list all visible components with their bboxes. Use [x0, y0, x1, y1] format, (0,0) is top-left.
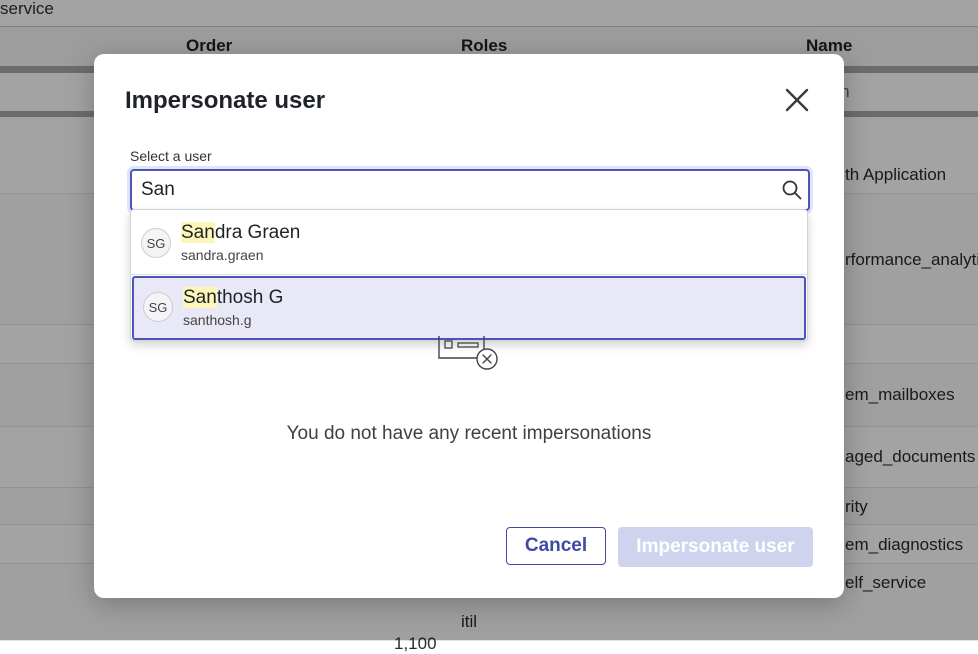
user-option-username: santhosh.g: [183, 312, 252, 328]
user-option-selected[interactable]: SG Santhosh G santhosh.g: [132, 276, 806, 340]
user-search-field[interactable]: [130, 169, 810, 211]
cancel-button[interactable]: Cancel: [506, 527, 606, 565]
field-label: Select a user: [130, 148, 212, 164]
user-search-input[interactable]: [141, 177, 761, 203]
user-option-name-rest: thosh G: [216, 287, 284, 308]
avatar: SG: [143, 292, 173, 322]
close-icon: [785, 88, 809, 112]
user-option-name: Sandra Graen: [181, 222, 300, 244]
dialog-title: Impersonate user: [125, 87, 326, 114]
empty-inbox-icon: [438, 336, 498, 370]
search-icon[interactable]: [781, 179, 803, 201]
user-option[interactable]: SG Sandra Graen sandra.graen: [131, 210, 807, 275]
user-suggestions-listbox: SG Sandra Graen sandra.graen SG Santhosh…: [130, 209, 808, 341]
impersonate-user-button[interactable]: Impersonate user: [618, 527, 813, 567]
match-highlight: San: [183, 287, 217, 308]
match-highlight: San: [181, 222, 215, 243]
empty-state-message: You do not have any recent impersonation…: [286, 423, 652, 444]
user-option-username: sandra.graen: [181, 247, 264, 263]
user-option-name: Santhosh G: [183, 287, 283, 309]
avatar: SG: [141, 228, 171, 258]
close-button[interactable]: [781, 84, 813, 116]
impersonate-dialog: Impersonate user Select a user SG Sandra…: [94, 54, 844, 598]
user-option-name-rest: dra Graen: [214, 222, 301, 243]
